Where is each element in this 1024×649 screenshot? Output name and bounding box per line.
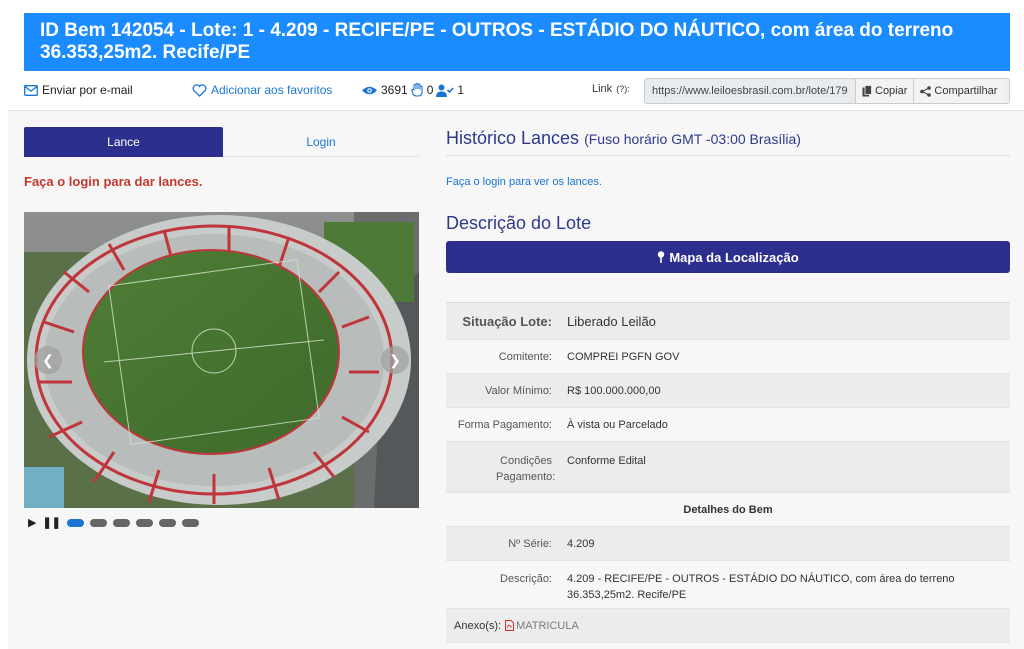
views-count: 3691: [381, 83, 408, 97]
carousel-dot[interactable]: [181, 518, 199, 527]
tab-lance[interactable]: Lance: [24, 127, 223, 157]
stadium-photo: [24, 212, 419, 508]
status-label: Situação Lote:: [462, 313, 552, 329]
map-location-button[interactable]: Mapa da Localização: [446, 241, 1010, 273]
heart-icon: [192, 83, 207, 97]
map-pin-icon: [658, 251, 665, 263]
carousel-prev-button[interactable]: ❮: [34, 346, 62, 374]
image-carousel[interactable]: ❮ ❯: [24, 212, 419, 508]
link-help[interactable]: (?):: [616, 84, 630, 94]
bids-count: 0: [426, 83, 434, 97]
attachments-label: Anexo(s):: [454, 619, 502, 632]
table-row: Comitente: COMPREI PGFN GOV: [446, 340, 1010, 374]
history-login-link[interactable]: Faça o login para ver os lances.: [446, 176, 602, 188]
bid-history-heading: Histórico Lances: [446, 128, 580, 148]
attachments-row: Anexo(s): MATRICULA: [446, 609, 1010, 643]
tab-login[interactable]: Login: [223, 127, 419, 157]
carousel-controls: ▶ ❚❚: [28, 516, 199, 529]
table-row: Forma Pagamento: À vista ou Parcelado: [446, 408, 1010, 442]
table-row: Descrição: 4.209 - RECIFE/PE - OUTROS - …: [446, 561, 1010, 609]
serial-label: Nº Série:: [508, 537, 552, 550]
favorites-label: Adicionar aos favoritos: [211, 83, 333, 97]
eye-icon: [362, 86, 377, 94]
table-row: Nº Série: 4.209: [446, 527, 1010, 561]
table-row: Valor Mínimo: R$ 100.000.000,00: [446, 374, 1010, 408]
copy-icon: [862, 85, 872, 97]
map-button-label: Mapa da Localização: [669, 249, 799, 265]
attachment-name: MATRICULA: [516, 619, 579, 632]
payment-terms-label: Condições Pagamento:: [496, 455, 556, 483]
header-divider: [8, 110, 1024, 111]
pdf-file-icon: [505, 620, 515, 631]
pause-icon[interactable]: ❚❚: [42, 516, 60, 529]
page-title: ID Bem 142054 - Lote: 1 - 4.209 - RECIFE…: [24, 13, 1010, 71]
share-label: Compartilhar: [934, 85, 998, 97]
history-divider: [446, 155, 1010, 156]
timezone-note: (Fuso horário GMT -03:00 Brasília): [584, 131, 801, 147]
play-icon[interactable]: ▶: [28, 516, 36, 529]
tabs-bar: Lance Login: [24, 127, 419, 157]
table-row: Condições Pagamento: Conforme Edital: [446, 442, 1010, 493]
carousel-dot[interactable]: [89, 518, 107, 527]
email-label: Enviar por e-mail: [42, 83, 133, 97]
share-link-group: Copiar Compartilhar: [644, 78, 1010, 104]
payment-terms-value: Conforme Edital: [567, 455, 646, 467]
carousel-dot[interactable]: [112, 518, 130, 527]
users-count: 1: [457, 83, 465, 97]
link-label: Link (?):: [592, 83, 630, 95]
share-icon: [920, 85, 932, 97]
hand-icon: [410, 83, 423, 97]
description-label: Descrição:: [500, 573, 552, 585]
serial-value: 4.209: [567, 537, 595, 550]
login-required-message: Faça o login para dar lances.: [24, 174, 203, 189]
favorites-link[interactable]: Adicionar aos favoritos: [192, 83, 332, 97]
bid-history-title: Histórico Lances (Fuso horário GMT -03:0…: [446, 128, 801, 149]
lot-details-table: Situação Lote: Liberado Leilão Comitente…: [446, 302, 1010, 643]
carousel-dot[interactable]: [158, 518, 176, 527]
envelope-icon: [24, 84, 38, 96]
payment-method-value: À vista ou Parcelado: [567, 418, 668, 431]
link-text: Link: [592, 83, 613, 95]
payment-method-label: Forma Pagamento:: [457, 418, 552, 431]
min-value-value: R$ 100.000.000,00: [567, 384, 661, 397]
chevron-right-icon: ❯: [389, 351, 401, 368]
actions-bar: Enviar por e-mail Adicionar aos favorito…: [24, 78, 1010, 104]
description-value: 4.209 - RECIFE/PE - OUTROS - ESTÁDIO DO …: [567, 573, 955, 601]
lot-stats: 3691 0 1: [361, 83, 464, 97]
carousel-dot[interactable]: [135, 518, 153, 527]
asset-details-header: Detalhes do Bem: [446, 493, 1010, 527]
copy-label: Copiar: [875, 85, 908, 97]
attachment-link[interactable]: MATRICULA: [505, 620, 579, 632]
copy-button[interactable]: Copiar: [856, 79, 915, 103]
table-row: Situação Lote: Liberado Leilão: [446, 303, 1010, 340]
carousel-next-button[interactable]: ❯: [381, 346, 409, 374]
consignor-value: COMPREI PGFN GOV: [567, 350, 680, 363]
user-check-icon: [436, 84, 454, 97]
share-button[interactable]: Compartilhar: [914, 79, 1004, 103]
lot-description-title: Descrição do Lote: [446, 213, 592, 233]
consignor-label: Comitente:: [498, 350, 552, 363]
status-value: Liberado Leilão: [567, 313, 656, 329]
carousel-dot[interactable]: [66, 518, 84, 527]
link-input[interactable]: [645, 79, 856, 103]
email-link[interactable]: Enviar por e-mail: [24, 83, 133, 97]
chevron-left-icon: ❮: [42, 351, 54, 368]
min-value-label: Valor Mínimo:: [484, 384, 552, 397]
